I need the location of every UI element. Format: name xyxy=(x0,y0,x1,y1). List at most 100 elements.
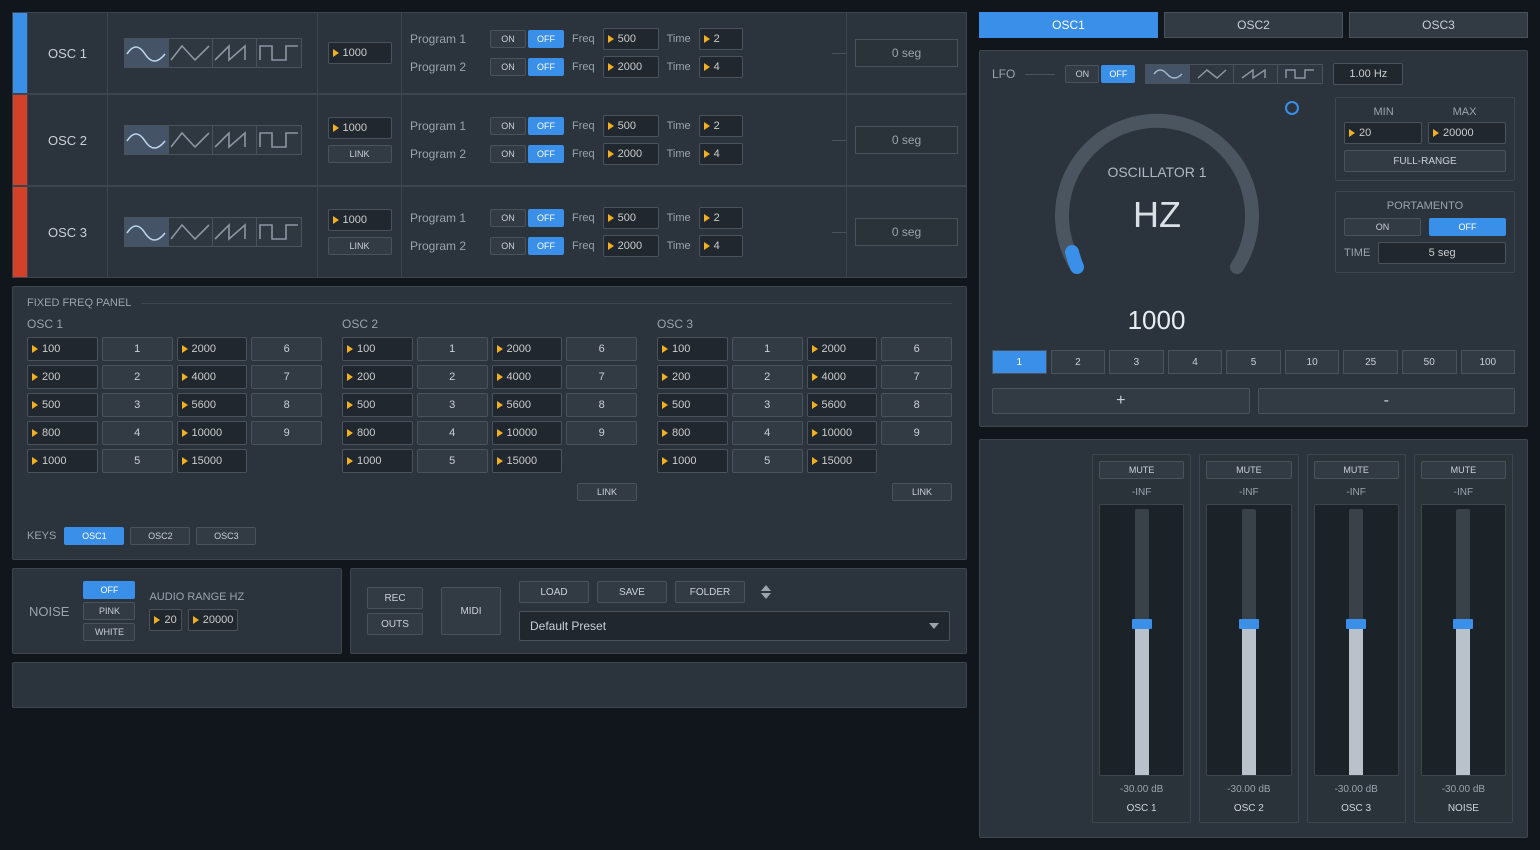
ffp-freq-field[interactable]: 800 xyxy=(657,421,728,445)
program-off-button[interactable]: OFF xyxy=(528,30,564,48)
ffp-freq-field[interactable]: 100 xyxy=(657,337,728,361)
ffp-preset-button[interactable]: 6 xyxy=(881,337,952,361)
lfo-wave-selector[interactable] xyxy=(1145,64,1323,84)
ffp-freq-field[interactable]: 100 xyxy=(342,337,413,361)
program-on-button[interactable]: ON xyxy=(490,117,526,135)
ffp-preset-button[interactable]: 7 xyxy=(881,365,952,389)
step-button[interactable]: 1 xyxy=(992,350,1047,374)
keys-osc-button[interactable]: OSC1 xyxy=(64,527,124,545)
ffp-preset-button[interactable]: 2 xyxy=(102,365,173,389)
preset-selector[interactable]: Default Preset xyxy=(519,611,950,641)
program-freq-field[interactable]: 500 xyxy=(603,115,659,137)
program-on-button[interactable]: ON xyxy=(490,209,526,227)
audio-range-min[interactable]: 20 xyxy=(149,609,181,631)
ffp-freq-field[interactable]: 2000 xyxy=(177,337,248,361)
ffp-preset-button[interactable]: 9 xyxy=(251,421,322,445)
outs-button[interactable]: OUTS xyxy=(367,613,423,635)
step-button[interactable]: 10 xyxy=(1285,350,1340,374)
saw-wave-icon[interactable] xyxy=(213,126,257,154)
range-max-field[interactable]: 20000 xyxy=(1428,122,1506,144)
osc-wave-selector[interactable] xyxy=(124,125,302,155)
ffp-preset-button[interactable]: 4 xyxy=(732,421,803,445)
portamento-time-field[interactable]: 5 seg xyxy=(1378,242,1506,264)
program-off-button[interactable]: OFF xyxy=(528,58,564,76)
square-wave-icon[interactable] xyxy=(257,126,301,154)
ffp-preset-button[interactable]: 7 xyxy=(251,365,322,389)
mute-button[interactable]: MUTE xyxy=(1314,461,1399,479)
square-wave-icon[interactable] xyxy=(257,218,301,246)
ffp-freq-field[interactable]: 5600 xyxy=(807,393,878,417)
ffp-preset-button[interactable]: 5 xyxy=(732,449,803,473)
ffp-freq-field[interactable]: 2000 xyxy=(492,337,563,361)
ffp-preset-button[interactable]: 4 xyxy=(102,421,173,445)
step-button[interactable]: 4 xyxy=(1168,350,1223,374)
ffp-freq-field[interactable]: 2000 xyxy=(807,337,878,361)
osc-freq-field[interactable]: 1000 xyxy=(328,209,392,231)
program-freq-field[interactable]: 2000 xyxy=(603,235,659,257)
ffp-freq-field[interactable]: 10000 xyxy=(492,421,563,445)
noise-mode-button[interactable]: OFF xyxy=(83,581,135,599)
channel-fader[interactable] xyxy=(1099,504,1184,776)
ffp-freq-field[interactable]: 800 xyxy=(27,421,98,445)
save-button[interactable]: SAVE xyxy=(597,581,667,603)
saw-wave-icon[interactable] xyxy=(213,218,257,246)
channel-fader[interactable] xyxy=(1206,504,1291,776)
program-time-field[interactable]: 2 xyxy=(699,28,743,50)
osc-freq-field[interactable]: 1000 xyxy=(328,42,392,64)
osc-link-button[interactable]: LINK xyxy=(328,145,392,163)
saw-wave-icon[interactable] xyxy=(213,39,257,67)
ffp-preset-button[interactable]: 7 xyxy=(566,365,637,389)
full-range-button[interactable]: FULL-RANGE xyxy=(1344,150,1506,172)
step-button[interactable]: 100 xyxy=(1461,350,1516,374)
square-wave-icon[interactable] xyxy=(257,39,301,67)
program-on-button[interactable]: ON xyxy=(490,30,526,48)
ffp-preset-button[interactable]: 9 xyxy=(566,421,637,445)
ffp-freq-field[interactable]: 1000 xyxy=(342,449,413,473)
ffp-freq-field[interactable]: 15000 xyxy=(492,449,563,473)
osc-link-button[interactable]: LINK xyxy=(328,237,392,255)
ffp-freq-field[interactable]: 800 xyxy=(342,421,413,445)
increment-button[interactable]: + xyxy=(992,388,1250,414)
noise-mode-button[interactable]: WHITE xyxy=(83,623,135,641)
program-freq-field[interactable]: 500 xyxy=(603,207,659,229)
sine-wave-icon[interactable] xyxy=(125,218,169,246)
preset-updown[interactable] xyxy=(761,585,771,599)
sine-wave-icon[interactable] xyxy=(1146,65,1190,83)
program-freq-field[interactable]: 500 xyxy=(603,28,659,50)
osc-tab[interactable]: OSC3 xyxy=(1349,12,1528,38)
osc-wave-selector[interactable] xyxy=(124,217,302,247)
program-time-field[interactable]: 2 xyxy=(699,207,743,229)
ffp-freq-field[interactable]: 1000 xyxy=(657,449,728,473)
ffp-freq-field[interactable]: 10000 xyxy=(177,421,248,445)
ffp-preset-button[interactable]: 5 xyxy=(417,449,488,473)
program-on-button[interactable]: ON xyxy=(490,58,526,76)
ffp-preset-button[interactable]: 3 xyxy=(732,393,803,417)
program-time-field[interactable]: 2 xyxy=(699,115,743,137)
ffp-preset-button[interactable]: 8 xyxy=(251,393,322,417)
program-off-button[interactable]: OFF xyxy=(528,237,564,255)
ffp-preset-button[interactable]: 5 xyxy=(102,449,173,473)
ffp-freq-field[interactable]: 100 xyxy=(27,337,98,361)
decrement-button[interactable]: - xyxy=(1258,388,1516,414)
portamento-on-button[interactable]: ON xyxy=(1344,218,1421,236)
osc-wave-selector[interactable] xyxy=(124,38,302,68)
ffp-freq-field[interactable]: 200 xyxy=(657,365,728,389)
ffp-freq-field[interactable]: 4000 xyxy=(492,365,563,389)
mute-button[interactable]: MUTE xyxy=(1421,461,1506,479)
lfo-on-button[interactable]: ON xyxy=(1065,65,1099,83)
keys-osc-button[interactable]: OSC2 xyxy=(130,527,190,545)
program-on-button[interactable]: ON xyxy=(490,237,526,255)
ffp-freq-field[interactable]: 5600 xyxy=(177,393,248,417)
mute-button[interactable]: MUTE xyxy=(1099,461,1184,479)
ffp-freq-field[interactable]: 15000 xyxy=(177,449,248,473)
ffp-freq-field[interactable]: 4000 xyxy=(177,365,248,389)
ffp-preset-button[interactable]: 3 xyxy=(417,393,488,417)
noise-mode-button[interactable]: PINK xyxy=(83,602,135,620)
lfo-off-button[interactable]: OFF xyxy=(1101,65,1135,83)
ffp-preset-button[interactable]: 2 xyxy=(732,365,803,389)
ffp-preset-button[interactable]: 9 xyxy=(881,421,952,445)
triangle-wave-icon[interactable] xyxy=(1190,65,1234,83)
step-button[interactable]: 3 xyxy=(1109,350,1164,374)
step-button[interactable]: 50 xyxy=(1402,350,1457,374)
ffp-freq-field[interactable]: 200 xyxy=(342,365,413,389)
